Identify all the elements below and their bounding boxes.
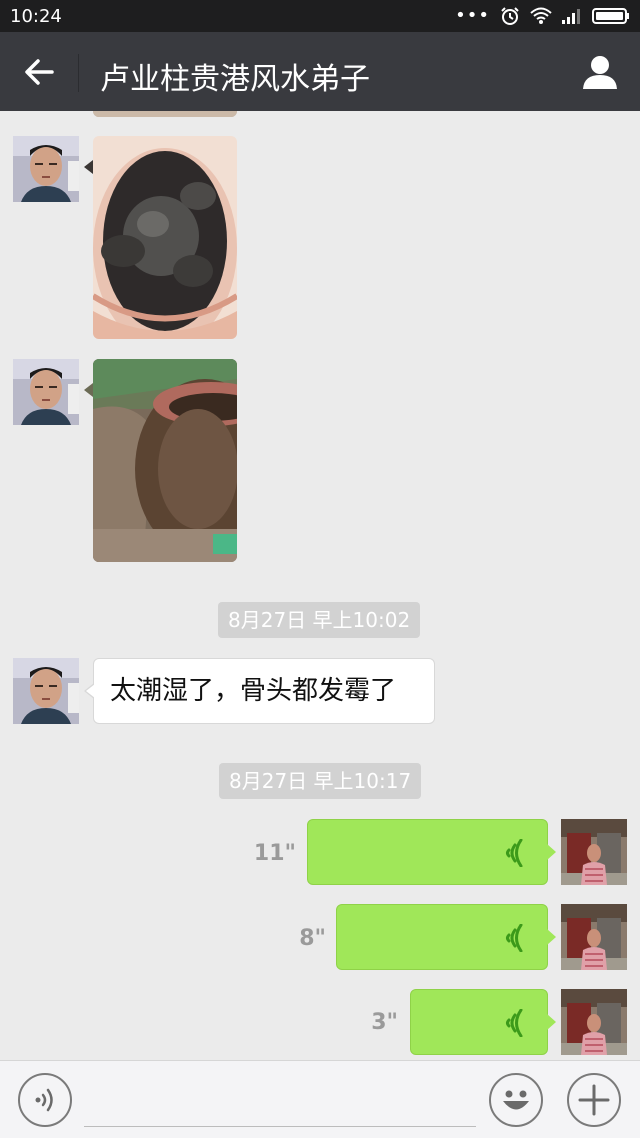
timestamp: 8月27日 早上10:17 <box>219 763 422 799</box>
voice-message[interactable] <box>336 904 556 970</box>
voice-duration: 3" <box>371 1010 398 1035</box>
voice-message[interactable] <box>307 819 556 885</box>
contact-avatar[interactable] <box>13 658 79 724</box>
input-bar <box>0 1060 640 1138</box>
status-bar: 10:24 ••• <box>0 0 640 32</box>
battery-icon <box>592 8 629 24</box>
my-avatar[interactable] <box>561 904 627 970</box>
timestamp: 8月27日 早上10:02 <box>218 602 421 638</box>
text-message[interactable]: 太潮湿了，骨头都发霉了 <box>84 658 435 724</box>
more-actions-button[interactable] <box>567 1073 621 1127</box>
image-message[interactable] <box>93 136 237 339</box>
alarm-icon <box>501 7 519 25</box>
message-list[interactable]: 8月27日 早上10:02 太潮湿了，骨头都发霉了 8月27日 早上10:17 … <box>0 111 640 1060</box>
back-arrow-icon <box>25 59 54 85</box>
more-dots-icon: ••• <box>455 5 490 26</box>
image-bubble-tail <box>84 383 93 397</box>
image-message[interactable] <box>93 359 237 562</box>
wifi-icon <box>530 7 552 24</box>
voice-wave-icon <box>506 839 523 867</box>
chat-title: 卢业柱贵港风水弟子 <box>100 62 370 97</box>
plus-icon <box>578 1084 610 1116</box>
voice-wave-icon <box>506 924 523 952</box>
voice-mode-button[interactable] <box>18 1073 72 1127</box>
voice-mode-icon <box>35 1088 53 1112</box>
back-button[interactable] <box>18 52 60 92</box>
status-time: 10:24 <box>10 6 62 27</box>
chat-info-button[interactable] <box>580 52 620 92</box>
smiley-icon <box>503 1090 529 1110</box>
voice-duration: 11" <box>253 841 296 866</box>
status-icons: ••• <box>455 6 630 26</box>
my-avatar[interactable] <box>561 989 627 1055</box>
title-bar: 卢业柱贵港风水弟子 <box>0 32 640 111</box>
message-input[interactable] <box>84 1079 476 1127</box>
image-bubble-tail <box>84 160 93 174</box>
image-message-partial[interactable] <box>93 111 237 117</box>
voice-message[interactable] <box>410 989 556 1055</box>
voice-wave-icon <box>506 1009 523 1037</box>
contact-avatar[interactable] <box>13 359 79 425</box>
person-icon <box>583 56 617 89</box>
title-divider <box>78 54 79 92</box>
my-avatar[interactable] <box>561 819 627 885</box>
contact-avatar[interactable] <box>13 136 79 202</box>
voice-duration: 8" <box>299 926 326 951</box>
signal-icon <box>562 9 580 24</box>
emoji-button[interactable] <box>489 1073 543 1127</box>
